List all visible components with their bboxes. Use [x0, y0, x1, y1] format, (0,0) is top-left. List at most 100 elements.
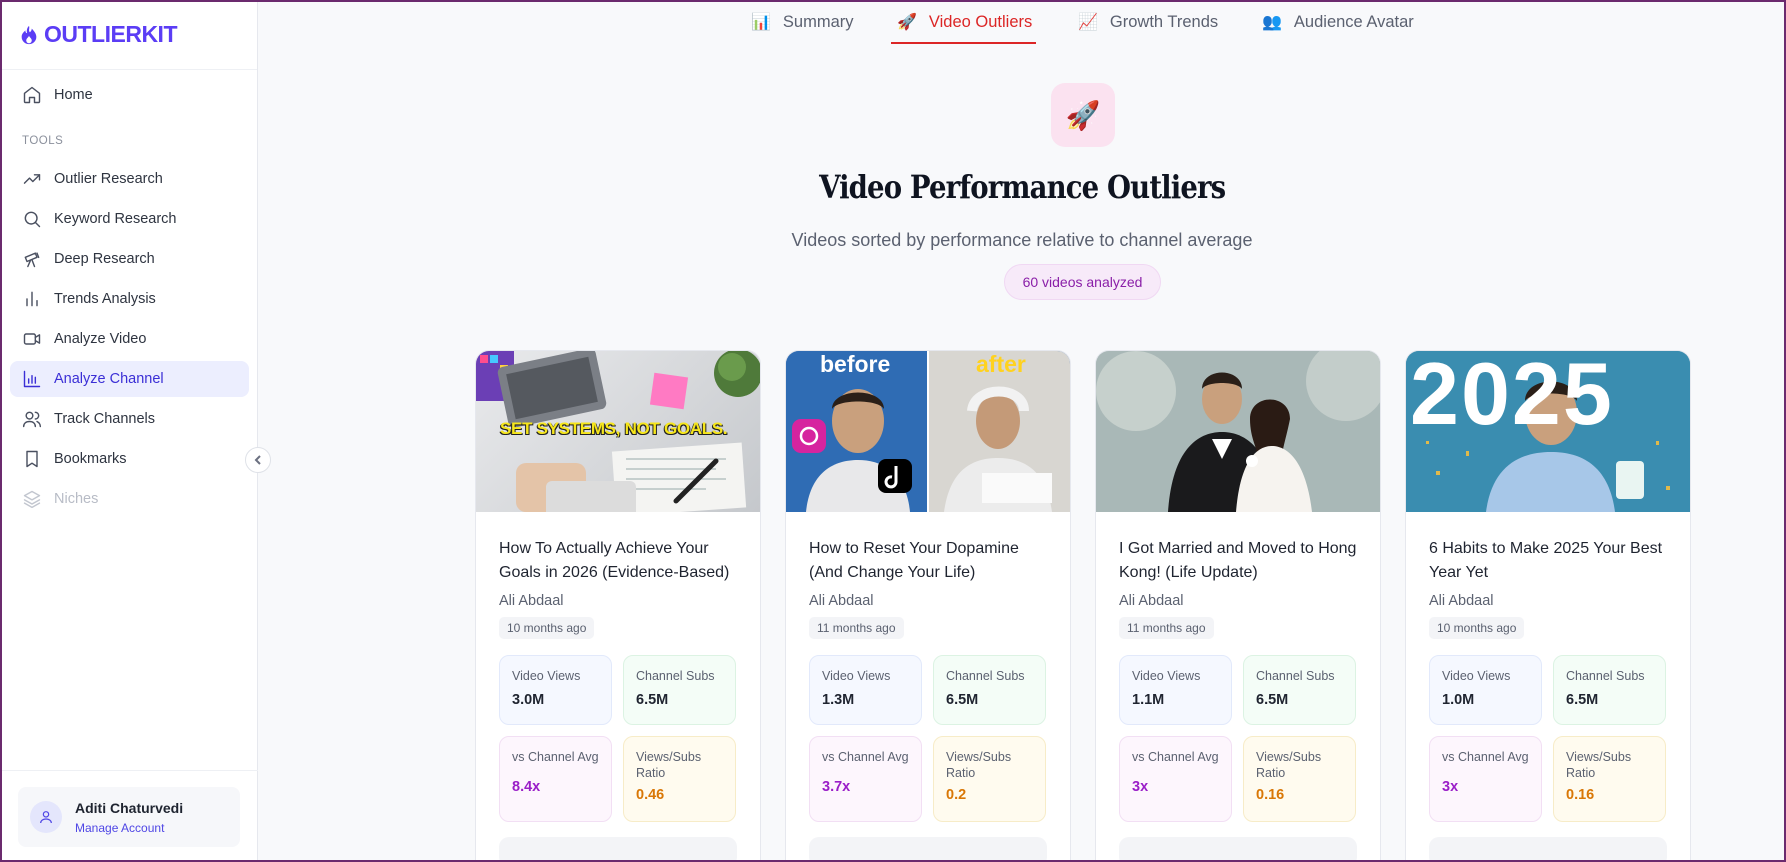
video-thumbnail[interactable] [1096, 351, 1380, 512]
sidebar-item-label: Analyze Channel [54, 371, 164, 387]
page-subtitle: Videos sorted by performance relative to… [791, 230, 1253, 250]
sidebar-footer: Aditi Chaturvedi Manage Account [0, 770, 258, 862]
logo[interactable]: OUTLIERKIT [0, 0, 257, 70]
video-card[interactable]: SET SYSTEMS, NOT GOALS. How To Actually … [475, 350, 761, 862]
stat-label: Video Views [822, 669, 891, 683]
tab-growth-trends[interactable]: 📈 Growth Trends [1078, 0, 1218, 44]
stat-value: 3x [1132, 779, 1149, 795]
stat-value: 0.2 [946, 787, 967, 803]
layers-icon [23, 490, 41, 509]
stat-label: vs Channel Avg [512, 750, 599, 764]
stat-views-subs-ratio: Views/Subs Ratio 0.16 [1553, 736, 1666, 822]
rocket-icon: 🚀 [1051, 83, 1115, 147]
sidebar-item-label: Bookmarks [54, 451, 127, 467]
stat-vs-channel-avg: vs Channel Avg 8.4x [499, 736, 612, 822]
card-footer [809, 837, 1047, 862]
published-time: 11 months ago [809, 617, 904, 639]
stat-value: 0.16 [1566, 787, 1595, 803]
users-icon [22, 411, 42, 428]
stat-value: 1.1M [1132, 692, 1165, 708]
stat-vs-channel-avg: vs Channel Avg 3.7x [809, 736, 922, 822]
stat-channel-subs: Channel Subs 6.5M [1553, 655, 1666, 725]
channel-name: Ali Abdaal [809, 593, 874, 609]
stat-label: Channel Subs [1256, 669, 1335, 683]
published-time: 10 months ago [499, 617, 595, 639]
stat-vs-channel-avg: vs Channel Avg 3x [1119, 736, 1232, 822]
tab-audience-avatar[interactable]: 👥 Audience Avatar [1262, 0, 1414, 44]
stat-value: 6.5M [946, 692, 979, 708]
stat-value: 3.7x [822, 779, 851, 795]
flame-logo-icon [21, 25, 37, 44]
video-title[interactable]: I Got Married and Moved to Hong Kong! (L… [1119, 537, 1357, 585]
sidebar-item-track-channels[interactable]: Track Channels [10, 401, 249, 437]
people-icon: 👥 [1262, 14, 1282, 31]
tab-summary[interactable]: 📊 Summary [751, 0, 854, 44]
stat-value: 3.0M [512, 692, 545, 708]
stat-views-subs-ratio: Views/Subs Ratio 0.46 [623, 736, 736, 822]
published-time: 11 months ago [1119, 617, 1214, 639]
bar-chart-icon: 📊 [751, 14, 771, 31]
sidebar-item-analyze-video[interactable]: Analyze Video [10, 321, 249, 357]
stats-grid: Video Views 1.0M Channel Subs 6.5M vs Ch… [1429, 655, 1667, 822]
thumbnail-caption-after: after [976, 351, 1026, 377]
chart-bars-icon [23, 370, 41, 388]
sidebar-item-label: Keyword Research [54, 211, 177, 227]
stat-views-subs-ratio: Views/Subs Ratio 0.2 [933, 736, 1046, 822]
stat-video-views: Video Views 1.1M [1119, 655, 1232, 725]
video-thumbnail[interactable]: SET SYSTEMS, NOT GOALS. [476, 351, 760, 512]
sidebar-item-bookmarks[interactable]: Bookmarks [10, 441, 249, 477]
account-name: Aditi Chaturvedi [75, 799, 184, 816]
tab-bar: 📊 Summary 🚀 Video Outliers 📈 Growth Tren… [258, 0, 1786, 44]
stat-value: 1.3M [822, 692, 855, 708]
sidebar-item-label: Niches [54, 491, 99, 507]
video-card[interactable]: I Got Married and Moved to Hong Kong! (L… [1095, 350, 1381, 862]
manage-account-link[interactable]: Manage Account [75, 821, 183, 835]
tab-label: Growth Trends [1109, 12, 1219, 31]
stat-video-views: Video Views 3.0M [499, 655, 612, 725]
sidebar-item-home[interactable]: Home [10, 77, 249, 113]
thumbnail-caption-before: before [820, 351, 891, 377]
video-icon [23, 333, 41, 345]
sidebar-item-label: Home [54, 87, 93, 103]
stat-label: vs Channel Avg [822, 750, 909, 764]
stat-value: 3x [1442, 779, 1459, 795]
stat-value: 6.5M [1256, 692, 1289, 708]
stat-channel-subs: Channel Subs 6.5M [1243, 655, 1356, 725]
avatar [30, 801, 62, 833]
search-icon [24, 211, 41, 228]
stat-value: 8.4x [512, 779, 541, 795]
sidebar-item-trends-analysis[interactable]: Trends Analysis [10, 281, 249, 317]
stat-value: 0.46 [636, 787, 665, 803]
video-thumbnail[interactable]: before after [786, 351, 1070, 512]
user-icon [40, 811, 52, 824]
collapse-sidebar-button[interactable] [245, 447, 271, 473]
stat-channel-subs: Channel Subs 6.5M [933, 655, 1046, 725]
page-title: Video Performance Outliers [0, 168, 1786, 206]
bookmark-icon [26, 450, 38, 468]
published-time: 10 months ago [1429, 617, 1525, 639]
tab-video-outliers[interactable]: 🚀 Video Outliers [890, 0, 1037, 44]
sidebar-item-label: Trends Analysis [54, 291, 156, 307]
tab-label: Video Outliers [928, 12, 1033, 31]
stat-views-subs-ratio: Views/Subs Ratio 0.16 [1243, 736, 1356, 822]
video-card[interactable]: 2025 6 Habits to Make 2025 Your Best Yea… [1405, 350, 1691, 862]
page-title-text: Video Performance Outliers [818, 168, 1226, 206]
sidebar: OUTLIERKIT Home TOOLS Outlier Research K… [0, 0, 258, 862]
video-title[interactable]: How To Actually Achieve Your Goals in 20… [499, 537, 737, 585]
stats-grid: Video Views 1.3M Channel Subs 6.5M vs Ch… [809, 655, 1047, 822]
account-card[interactable]: Aditi Chaturvedi Manage Account [18, 787, 240, 847]
tab-label: Audience Avatar [1293, 12, 1414, 31]
video-card[interactable]: before after How to Reset Your Dopamine … [785, 350, 1071, 862]
stat-label: Views/Subs Ratio [636, 750, 702, 780]
tab-label: Summary [782, 12, 854, 31]
sidebar-item-analyze-channel[interactable]: Analyze Channel [10, 361, 249, 397]
stat-label: vs Channel Avg [1442, 750, 1529, 764]
video-title[interactable]: 6 Habits to Make 2025 Your Best Year Yet [1429, 537, 1667, 585]
stats-grid: Video Views 3.0M Channel Subs 6.5M vs Ch… [499, 655, 737, 822]
video-thumbnail[interactable]: 2025 [1406, 351, 1690, 512]
stat-label: vs Channel Avg [1132, 750, 1219, 764]
video-title[interactable]: How to Reset Your Dopamine (And Change Y… [809, 537, 1047, 585]
channel-name: Ali Abdaal [499, 593, 564, 609]
stat-value: 0.16 [1256, 787, 1285, 803]
stat-channel-subs: Channel Subs 6.5M [623, 655, 736, 725]
